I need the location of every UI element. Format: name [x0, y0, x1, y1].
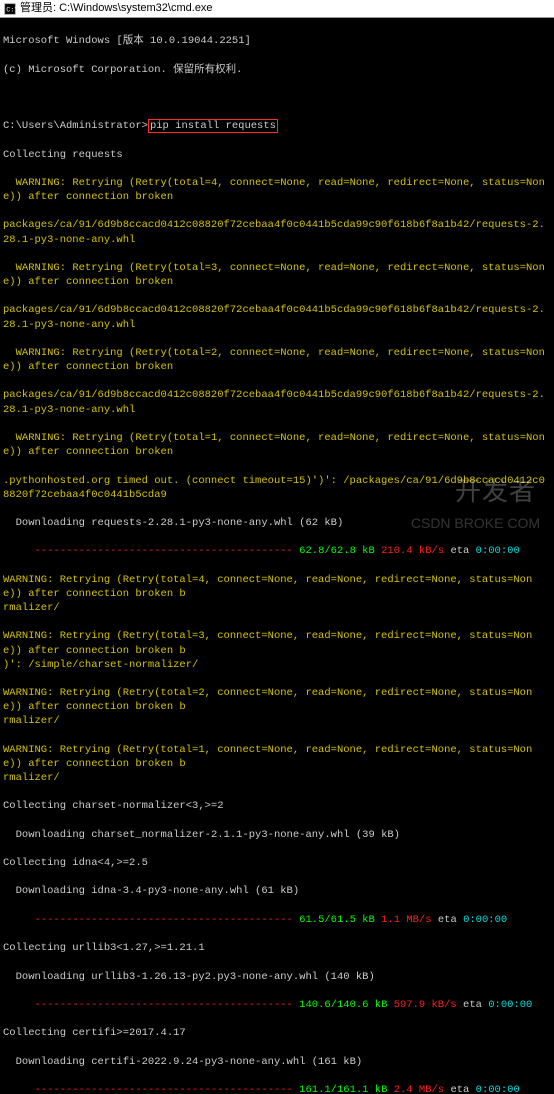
- download-line: Downloading requests-2.28.1-py3-none-any…: [3, 516, 551, 530]
- warning-line: WARNING: Retrying (Retry(total=2, connec…: [3, 686, 551, 729]
- output-line: Collecting charset-normalizer<3,>=2: [3, 799, 551, 813]
- download-line: Downloading urllib3-1.26.13-py2.py3-none…: [3, 970, 551, 984]
- progress-line: ----------------------------------------…: [3, 913, 551, 927]
- header-line: (c) Microsoft Corporation. 保留所有权利.: [3, 63, 551, 77]
- command-highlight-box: pip install requests: [148, 119, 278, 133]
- download-line: Downloading charset_normalizer-2.1.1-py3…: [3, 828, 551, 842]
- warning-line: WARNING: Retrying (Retry(total=1, connec…: [3, 431, 551, 459]
- download-line: Downloading idna-3.4-py3-none-any.whl (6…: [3, 884, 551, 898]
- warning-line: packages/ca/91/6d9b8ccacd0412c08820f72ce…: [3, 303, 551, 331]
- progress-line: ----------------------------------------…: [3, 1083, 551, 1094]
- warning-line: packages/ca/91/6d9b8ccacd0412c08820f72ce…: [3, 218, 551, 246]
- svg-text:C:\: C:\: [6, 6, 16, 14]
- blank-line: [3, 91, 551, 105]
- output-line: Collecting idna<4,>=2.5: [3, 856, 551, 870]
- prompt-line: C:\Users\Administrator>pip install reque…: [3, 119, 551, 133]
- header-line: Microsoft Windows [版本 10.0.19044.2251]: [3, 34, 551, 48]
- warning-line: WARNING: Retrying (Retry(total=3, connec…: [3, 261, 551, 289]
- window-title: 管理员: C:\Windows\system32\cmd.exe: [20, 1, 213, 16]
- warning-line: packages/ca/91/6d9b8ccacd0412c08820f72ce…: [3, 388, 551, 416]
- progress-line: ----------------------------------------…: [3, 998, 551, 1012]
- warning-line: WARNING: Retrying (Retry(total=4, connec…: [3, 573, 551, 616]
- output-line: Collecting requests: [3, 148, 551, 162]
- warning-line: WARNING: Retrying (Retry(total=1, connec…: [3, 743, 551, 786]
- warning-line: .pythonhosted.org timed out. (connect ti…: [3, 474, 551, 502]
- window-titlebar: C:\ 管理员: C:\Windows\system32\cmd.exe: [0, 0, 554, 18]
- terminal-output[interactable]: Microsoft Windows [版本 10.0.19044.2251] (…: [0, 18, 554, 1094]
- cmd-icon: C:\: [4, 3, 16, 15]
- warning-line: WARNING: Retrying (Retry(total=2, connec…: [3, 346, 551, 374]
- progress-line: ----------------------------------------…: [3, 544, 551, 558]
- warning-line: WARNING: Retrying (Retry(total=4, connec…: [3, 176, 551, 204]
- download-line: Downloading certifi-2022.9.24-py3-none-a…: [3, 1055, 551, 1069]
- output-line: Collecting urllib3<1.27,>=1.21.1: [3, 941, 551, 955]
- output-line: Collecting certifi>=2017.4.17: [3, 1026, 551, 1040]
- warning-line: WARNING: Retrying (Retry(total=3, connec…: [3, 629, 551, 672]
